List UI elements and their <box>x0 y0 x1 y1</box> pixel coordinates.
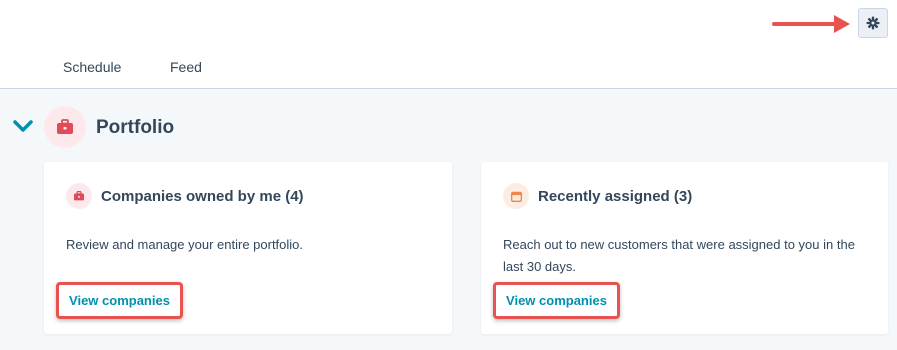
chevron-down-icon[interactable] <box>12 118 34 134</box>
tab-feed[interactable]: Feed <box>170 59 202 75</box>
card-description: Reach out to new customers that were ass… <box>503 237 855 274</box>
tab-schedule[interactable]: Schedule <box>63 59 121 75</box>
card-icon-badge <box>66 183 92 209</box>
annotation-arrow <box>772 15 850 33</box>
briefcase-icon <box>74 191 84 201</box>
portfolio-section-header: Portfolio <box>0 104 897 152</box>
portfolio-icon-badge <box>44 106 86 148</box>
briefcase-icon <box>57 119 73 134</box>
card-title: Recently assigned (3) <box>538 188 693 205</box>
section-title: Portfolio <box>96 117 175 138</box>
settings-button[interactable] <box>858 8 888 38</box>
card-icon-badge <box>503 183 529 209</box>
top-bar: Schedule Feed <box>0 0 897 89</box>
companies-owned-card: Companies owned by me (4) Review and man… <box>44 162 452 334</box>
gear-icon <box>866 16 880 30</box>
card-title: Companies owned by me (4) <box>101 188 304 205</box>
card-description: Review and manage your entire portfolio. <box>66 237 304 252</box>
recently-assigned-card: Recently assigned (3) Reach out to new c… <box>481 162 888 334</box>
view-companies-link[interactable]: View companies <box>493 282 620 319</box>
view-companies-link[interactable]: View companies <box>56 282 183 319</box>
calendar-icon <box>510 191 522 202</box>
